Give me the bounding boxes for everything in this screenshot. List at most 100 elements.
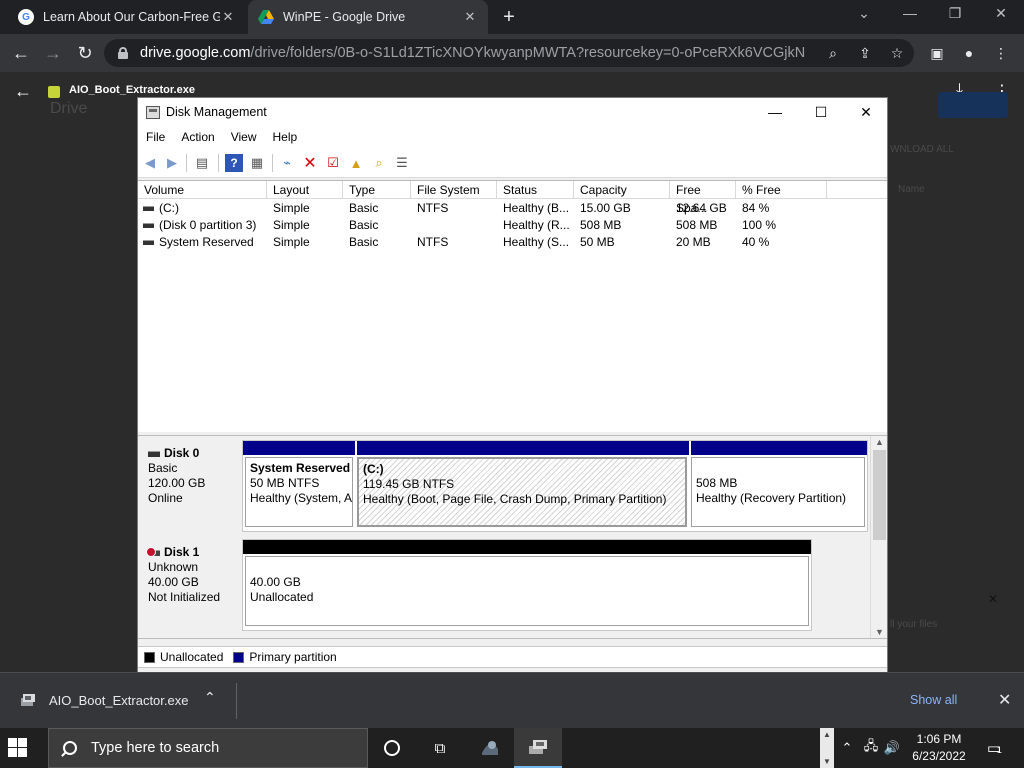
partition-bar: [357, 441, 689, 455]
notification-icon[interactable]: ▭ 1: [980, 728, 1008, 768]
partition-c-drive[interactable]: (C:) 119.45 GB NTFS Healthy (Boot, Page …: [355, 441, 689, 531]
volume-icon[interactable]: 🔊: [882, 728, 902, 768]
task-view-icon[interactable]: ⧉: [416, 728, 464, 768]
fs-cell: NTFS: [417, 235, 449, 249]
partition-bar: [691, 441, 867, 455]
volume-list: Volume Layout Type File System Status Ca…: [138, 180, 887, 432]
disk-1-label[interactable]: Disk 1 Unknown 40.00 GB Not Initialized: [142, 539, 240, 631]
minimize-icon[interactable]: —: [895, 5, 925, 21]
toolbar: ◀ ▶ ▤ ? ▦ ⌁ ✕ ☑ ▲ ⌕ ☰: [138, 148, 887, 178]
disk-state: Online: [148, 491, 183, 505]
disk-0-label[interactable]: Disk 0 Basic 120.00 GB Online: [142, 440, 240, 532]
tab-title: WinPE - Google Drive: [283, 10, 406, 24]
toolbar-separator: [218, 154, 219, 172]
properties-icon[interactable]: ▦: [248, 154, 266, 172]
close-icon[interactable]: ✕: [998, 690, 1011, 710]
capacity-cell: 508 MB: [580, 218, 622, 232]
show-all-button[interactable]: Show all: [910, 693, 957, 707]
close-icon[interactable]: ✕: [988, 592, 998, 606]
show-hide-tree-icon[interactable]: ▤: [193, 154, 211, 172]
chevron-down-icon[interactable]: ⌄: [849, 5, 879, 22]
minimize-button[interactable]: —: [752, 100, 798, 124]
col-status[interactable]: Status: [497, 181, 574, 199]
checklist-icon[interactable]: ☑: [324, 154, 342, 172]
col-capacity[interactable]: Capacity: [574, 181, 670, 199]
delete-icon[interactable]: ✕: [301, 154, 319, 172]
download-filename[interactable]: AIO_Boot_Extractor.exe: [49, 693, 188, 708]
maximize-button[interactable]: ☐: [798, 100, 844, 124]
disk-error-icon: [146, 546, 160, 557]
executable-file-icon: [21, 694, 35, 706]
tab-carbon-free[interactable]: G Learn About Our Carbon-Free Go ✕: [8, 0, 246, 34]
partition-body: System Reserved 50 MB NTFS Healthy (Syst…: [245, 457, 353, 527]
windows-start-icon[interactable]: [8, 738, 28, 758]
col-type[interactable]: Type: [343, 181, 411, 199]
ghost-button: [938, 92, 1008, 118]
menu-action[interactable]: Action: [173, 130, 222, 144]
zoom-search-icon[interactable]: ⌕: [822, 42, 844, 64]
restore-icon[interactable]: ❐: [940, 5, 970, 22]
back-arrow-icon[interactable]: ←: [14, 81, 32, 102]
partition-unallocated[interactable]: 40.00 GB Unallocated: [243, 540, 811, 630]
forward-button[interactable]: →: [42, 42, 64, 64]
table-row[interactable]: (C:) Simple Basic NTFS Healthy (B... 15.…: [138, 200, 887, 217]
installer-app-icon[interactable]: [514, 728, 562, 768]
graph-scrollbar[interactable]: ▲ ▼: [870, 436, 887, 638]
taskbar-search[interactable]: Type here to search: [48, 728, 368, 768]
folder-search-icon[interactable]: ⌕: [370, 154, 388, 172]
col-free-space[interactable]: Free Spa...: [670, 181, 736, 215]
folder-up-icon[interactable]: ▲: [347, 154, 365, 172]
window-titlebar[interactable]: Disk Management — ☐ ✕: [138, 98, 887, 126]
close-icon[interactable]: ✕: [462, 9, 478, 25]
disk-icon: [148, 450, 160, 457]
col-volume[interactable]: Volume: [138, 181, 267, 199]
col-percent-free[interactable]: % Free: [736, 181, 827, 199]
scroll-up-icon[interactable]: ▲: [871, 437, 888, 447]
tray-overflow-chevron-icon[interactable]: ⌃: [838, 728, 856, 768]
partition-system-reserved[interactable]: System Reserved 50 MB NTFS Healthy (Syst…: [243, 441, 355, 531]
partition-recovery[interactable]: 508 MB Healthy (Recovery Partition): [689, 441, 867, 531]
drive-logo-text: Drive: [50, 100, 88, 117]
chevron-up-icon[interactable]: ⌃: [204, 689, 216, 706]
menu-kebab-icon[interactable]: ⋮: [990, 42, 1012, 64]
scroll-down-icon[interactable]: ▼: [871, 627, 888, 637]
drive-icon: [258, 9, 274, 25]
bookmark-star-icon[interactable]: ☆: [886, 42, 908, 64]
download-separator: [236, 683, 237, 719]
col-layout[interactable]: Layout: [267, 181, 343, 199]
forward-arrow-icon[interactable]: ▶: [163, 154, 181, 172]
close-button[interactable]: ✕: [843, 100, 889, 124]
list-view-icon[interactable]: ☰: [393, 154, 411, 172]
layout-cell: Simple: [273, 201, 310, 215]
back-button[interactable]: ←: [10, 42, 32, 64]
legend-swatch-unallocated: [144, 651, 155, 663]
disk-state: Not Initialized: [148, 590, 221, 604]
menu-file[interactable]: File: [138, 130, 173, 144]
col-filesystem[interactable]: File System: [411, 181, 497, 199]
new-tab-button[interactable]: +: [498, 7, 520, 27]
close-icon[interactable]: ✕: [220, 9, 236, 25]
table-row[interactable]: (Disk 0 partition 3) Simple Basic Health…: [138, 217, 887, 234]
menu-view[interactable]: View: [223, 130, 265, 144]
pct-cell: 84 %: [742, 201, 770, 215]
reload-button[interactable]: ↻: [74, 42, 96, 64]
share-icon[interactable]: ⇪: [854, 42, 876, 64]
type-cell: Basic: [349, 218, 379, 232]
type-cell: Basic: [349, 201, 379, 215]
cortana-icon[interactable]: [368, 728, 416, 768]
back-arrow-icon[interactable]: ◀: [141, 154, 159, 172]
close-window-icon[interactable]: ✕: [986, 5, 1016, 22]
taskbar-clock[interactable]: 1:06 PM 6/23/2022: [902, 731, 976, 765]
address-bar[interactable]: drive.google.com/drive/folders/0B-o-S1Ld…: [104, 39, 914, 67]
app-icon[interactable]: [466, 728, 514, 768]
help-icon[interactable]: ?: [225, 154, 243, 172]
table-row[interactable]: System Reserved Simple Basic NTFS Health…: [138, 234, 887, 251]
tab-winpe-drive[interactable]: WinPE - Google Drive ✕: [248, 0, 488, 34]
profile-icon[interactable]: ●: [958, 42, 980, 64]
menu-help[interactable]: Help: [265, 130, 306, 144]
connect-icon[interactable]: ⌁: [278, 154, 296, 172]
scroll-thumb[interactable]: [873, 450, 886, 540]
side-panel-icon[interactable]: ▣: [926, 42, 948, 64]
network-icon[interactable]: 🖧: [860, 728, 882, 768]
tray-scrollbar[interactable]: ▲ ▼: [820, 728, 834, 768]
